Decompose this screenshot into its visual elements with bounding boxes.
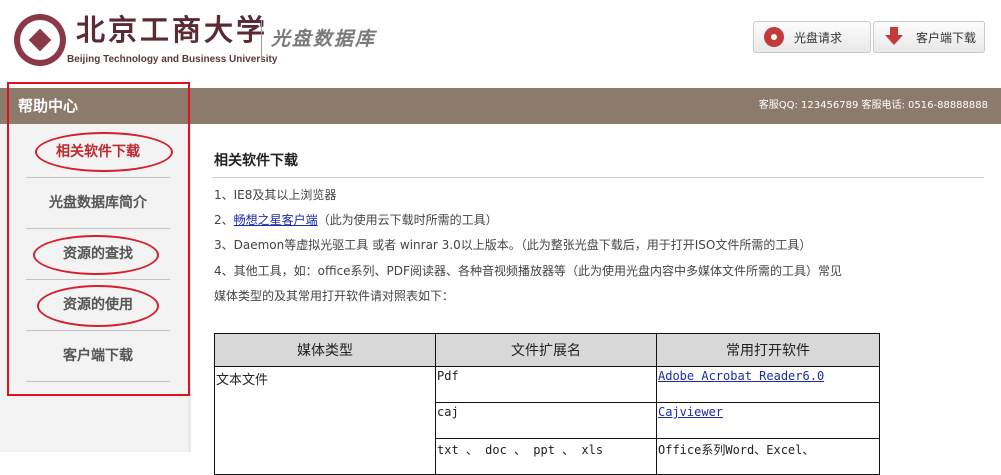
software-link-acrobat[interactable]: Adobe Acrobat Reader6.0: [658, 369, 824, 383]
table-header-row: 媒体类型 文件扩展名 常用打开软件: [214, 333, 880, 367]
client-download-button[interactable]: 客户端下载: [873, 21, 985, 53]
header-divider: [261, 20, 262, 62]
table-cell-media-type: 文本文件: [214, 366, 436, 475]
disc-request-button[interactable]: 光盘请求: [753, 21, 871, 53]
table-header-software: 常用打开软件: [656, 333, 880, 367]
university-logo-icon: [14, 14, 66, 66]
sidebar-item-resource-search[interactable]: 资源的查找: [26, 229, 170, 280]
sidebar-item-software-download[interactable]: 相关软件下载: [26, 127, 170, 178]
university-name-cn: 北京工商大学: [76, 13, 269, 47]
university-name-en: Beijing Technology and Business Universi…: [67, 54, 278, 65]
software-link-cajviewer[interactable]: Cajviewer: [658, 405, 723, 419]
table-cell-extension: Pdf: [435, 366, 657, 403]
content-line-5: 媒体类型的及其常用打开软件请对照表如下：: [214, 288, 454, 304]
site-title: 光盘数据库: [271, 28, 377, 50]
header: 北京工商大学 Beijing Technology and Business U…: [0, 0, 1001, 88]
content-title-rule: [212, 177, 984, 178]
client-download-label: 客户端下载: [916, 30, 977, 45]
content-separator: [188, 124, 191, 452]
content-line-5-text: 媒体类型的及其常用打开软件请对照表如下：: [214, 289, 455, 303]
download-arrow-icon: [884, 27, 904, 47]
sidebar-item-database-intro[interactable]: 光盘数据库简介: [26, 178, 170, 229]
table-row: 文本文件 Pdf Adobe Acrobat Reader6.0: [214, 366, 880, 475]
content-line-1: 1、IE8及其以上浏览器: [214, 187, 336, 203]
disc-icon: [764, 27, 784, 47]
content-title: 相关软件下载: [214, 153, 298, 169]
content-line-2-prefix: 2、: [214, 213, 234, 227]
table-cell-extension: caj: [435, 402, 657, 439]
table-cell-extension: txt 、 doc 、 ppt 、 xls: [435, 438, 657, 475]
content-line-3-text: 3、Daemon等虚拟光驱工具 或者 winrar 3.0以上版本。（此为整张光…: [214, 238, 812, 252]
sidebar-item-client-download[interactable]: 客户端下载: [26, 331, 170, 382]
client-software-link[interactable]: 畅想之星客户端: [234, 213, 318, 227]
sidebar: 相关软件下载 光盘数据库简介 资源的查找 资源的使用 客户端下载: [0, 124, 188, 452]
sidebar-item-resource-usage[interactable]: 资源的使用: [26, 280, 170, 331]
content-line-2: 2、畅想之星客户端（此为使用云下载时所需的工具）: [214, 212, 498, 228]
table-cell-software: Cajviewer: [656, 402, 880, 439]
table-header-media-type: 媒体类型: [214, 333, 436, 367]
help-center-title: 帮助中心: [18, 97, 79, 115]
table-cell-software: Office系列Word、Excel、: [656, 438, 880, 475]
table-cell-software: Adobe Acrobat Reader6.0: [656, 366, 880, 403]
customer-service-info: 客服QQ: 123456789 客服电话: 0516-88888888: [758, 100, 988, 111]
content-line-4: 4、其他工具，如：office系列、PDF阅读器、各种音视频播放器等（此为使用光…: [214, 263, 842, 279]
content-line-1-text: 1、IE8及其以上浏览器: [214, 188, 337, 202]
content-line-4-text: 4、其他工具，如：office系列、PDF阅读器、各种音视频播放器等（此为使用光…: [214, 264, 842, 278]
content-line-2-suffix: （此为使用云下载时所需的工具）: [317, 213, 498, 227]
disc-request-label: 光盘请求: [794, 30, 843, 45]
media-type-table: 媒体类型 文件扩展名 常用打开软件 文本文件 Pdf Adobe Acrobat…: [214, 333, 880, 475]
content-line-3: 3、Daemon等虚拟光驱工具 或者 winrar 3.0以上版本。（此为整张光…: [214, 237, 811, 253]
table-header-extension: 文件扩展名: [435, 333, 657, 367]
